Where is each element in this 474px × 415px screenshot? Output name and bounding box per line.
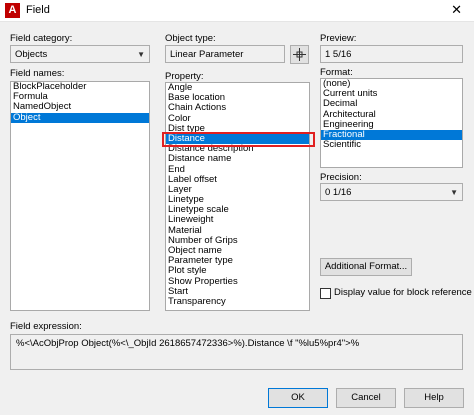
additional-format-button[interactable]: Additional Format... — [320, 258, 412, 276]
property-label: Property: — [165, 71, 204, 82]
precision-value: 0 1/16 — [325, 187, 352, 198]
object-type-label: Object type: — [165, 33, 216, 44]
property-list[interactable]: Angle Base location Chain Actions Color Dist… — [165, 82, 310, 311]
format-list[interactable]: (none) Current units Decimal Architectural E… — [320, 78, 463, 168]
preview-field: 1 5/16 — [320, 45, 463, 63]
window-title: Field — [26, 4, 50, 16]
cancel-button[interactable]: Cancel — [336, 388, 396, 408]
help-button[interactable]: Help — [404, 388, 464, 408]
select-object-button[interactable] — [290, 45, 309, 64]
field-name-item[interactable]: Object — [11, 112, 149, 123]
ok-button[interactable]: OK — [268, 388, 328, 408]
format-label: Format: — [320, 67, 353, 78]
block-reference-checkbox[interactable] — [320, 288, 331, 299]
field-expression-box[interactable]: %<\AcObjProp Object(%<\_ObjId 2618657472… — [10, 334, 463, 370]
field-expression-label: Field expression: — [10, 321, 82, 332]
autocad-app-icon: A — [5, 3, 20, 18]
property-item[interactable]: Transparency — [166, 296, 309, 307]
close-icon[interactable]: ✕ — [451, 2, 462, 18]
field-names-list[interactable]: BlockPlaceholder Formula NamedObject Object — [10, 81, 150, 311]
object-type-field: Linear Parameter — [165, 45, 285, 63]
dialog-footer — [0, 380, 474, 415]
block-reference-label: Display value for block reference — [334, 287, 472, 298]
format-item[interactable]: Scientific — [321, 139, 462, 150]
field-category-label: Field category: — [10, 33, 73, 44]
field-names-label: Field names: — [10, 68, 65, 79]
field-category-dropdown[interactable]: Objects ▼ — [10, 45, 150, 63]
precision-dropdown[interactable]: 0 1/16 ▼ — [320, 183, 463, 201]
annotation-highlight-box — [162, 132, 315, 147]
field-expression-value: %<\AcObjProp Object(%<\_ObjId 2618657472… — [16, 338, 360, 349]
object-type-value: Linear Parameter — [170, 49, 244, 60]
precision-label: Precision: — [320, 172, 362, 183]
preview-value: 1 5/16 — [325, 49, 352, 60]
property-item[interactable]: Distance name — [166, 154, 309, 164]
chevron-down-icon: ▼ — [450, 188, 458, 197]
field-category-value: Objects — [15, 49, 48, 60]
title-bar: A Field ✕ — [0, 0, 474, 22]
chevron-down-icon: ▼ — [137, 50, 145, 59]
preview-label: Preview: — [320, 33, 357, 44]
crosshair-pick-icon — [293, 48, 306, 61]
